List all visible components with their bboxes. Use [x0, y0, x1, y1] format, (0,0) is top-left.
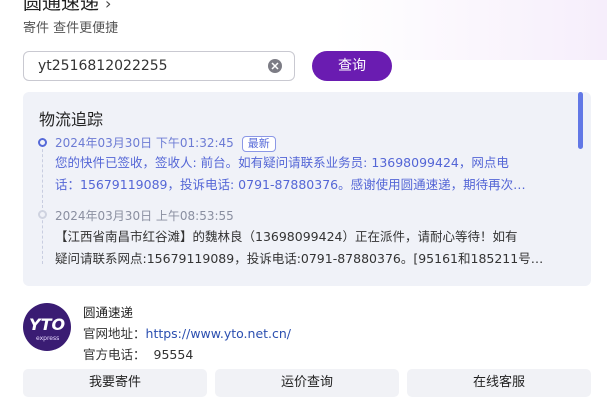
event-description-line: 您的快件已签收，签收人: 前台。如有疑问请联系业务员: 13698099424，…: [55, 155, 509, 170]
tracking-number-input[interactable]: yt2516812022255: [23, 51, 295, 81]
online-service-button[interactable]: 在线客服: [407, 369, 591, 397]
event-description-line: 疑问请联系网点:15679119089，投诉电话:0791-87880376。[…: [55, 251, 544, 266]
query-button[interactable]: 查询: [312, 51, 392, 81]
event-description: 您的快件已签收，签收人: 前台。如有疑问请联系业务员: 13698099424，…: [55, 152, 567, 196]
event-description: 【江西省南昌市红谷滩】的魏林良（13698099424）正在派件，请耐心等待！如…: [55, 226, 567, 270]
send-package-button[interactable]: 我要寄件: [23, 369, 207, 397]
website-link[interactable]: https://www.yto.net.cn/: [146, 326, 292, 341]
chevron-right-icon: ›: [105, 0, 112, 13]
company-logo: YTO express: [23, 303, 71, 351]
page-title-text: 圆通速递: [23, 0, 100, 14]
timeline-line: [42, 144, 43, 264]
tracking-panel: 物流追踪 2024年03月30日 下午01:32:45 最新 您的快件已签收，签收…: [23, 92, 591, 286]
event-description-line: 【江西省南昌市红谷滩】的魏林良（13698099424）正在派件，请耐心等待！如…: [55, 229, 518, 244]
event-time-text: 2024年03月30日 下午01:32:45: [55, 136, 234, 150]
timeline-dot-active: [38, 138, 47, 147]
logo-text: YTO: [29, 315, 66, 334]
latest-badge: 最新: [241, 136, 276, 152]
website-label: 官网地址：: [83, 326, 146, 341]
page-subtitle: 寄件 查件更便捷: [23, 21, 119, 36]
page-title[interactable]: 圆通速递 ›: [23, 0, 111, 14]
clear-icon[interactable]: [268, 59, 282, 73]
phone-number: 95554: [153, 347, 194, 362]
company-website: 官网地址：https://www.yto.net.cn/: [83, 323, 291, 342]
tracking-number-value: yt2516812022255: [38, 58, 168, 74]
phone-label: 官方电话：: [83, 347, 146, 362]
scrollbar[interactable]: [578, 92, 583, 149]
company-name: 圆通速递: [83, 305, 134, 320]
tracking-title: 物流追踪: [39, 110, 104, 129]
event-time: 2024年03月30日 上午08:53:55: [55, 209, 234, 223]
event-description-line: 话：15679119089，投诉电话: 0791-87880376。感谢使用圆通…: [55, 177, 526, 192]
company-phone: 官方电话： 95554: [83, 344, 193, 363]
event-time: 2024年03月30日 下午01:32:45 最新: [55, 134, 276, 152]
logo-subtext: express: [36, 335, 60, 342]
price-query-button[interactable]: 运价查询: [215, 369, 399, 397]
timeline-dot: [38, 210, 47, 219]
